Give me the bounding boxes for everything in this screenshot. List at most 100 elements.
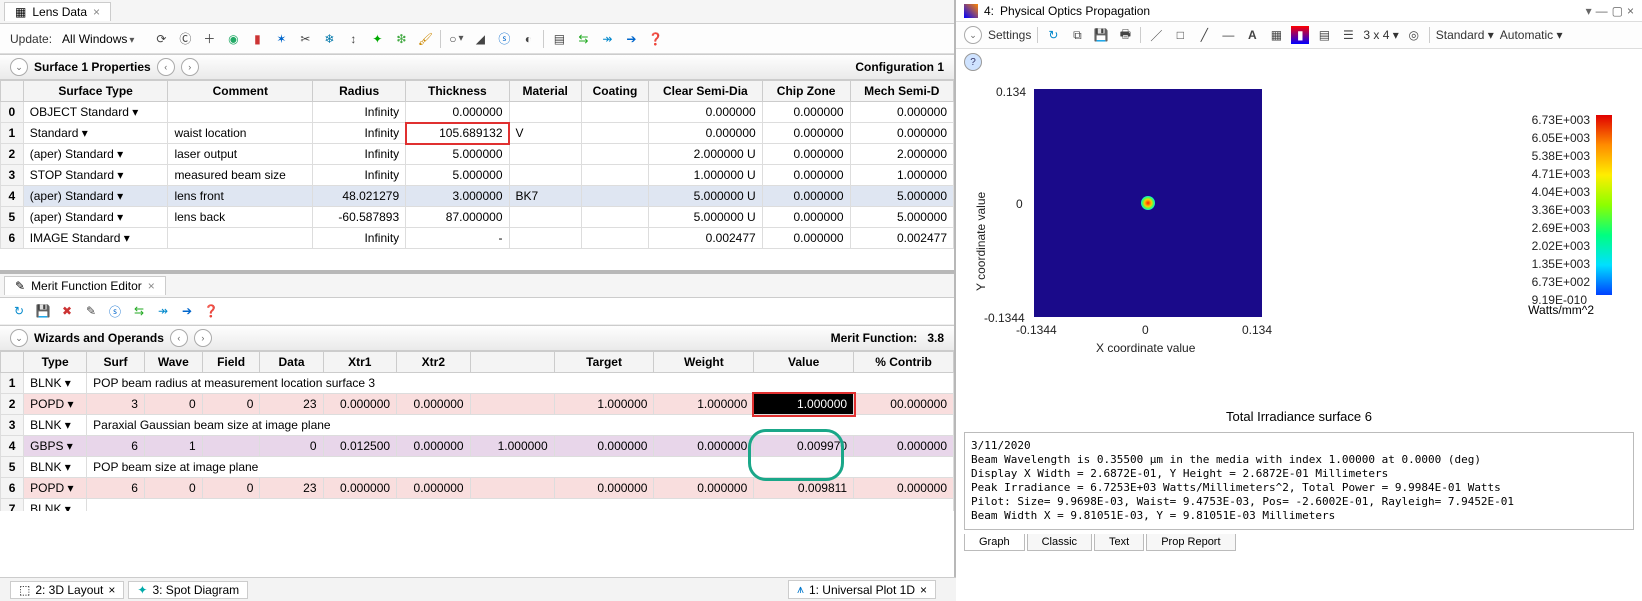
maximize-icon[interactable]: ▢ xyxy=(1612,4,1623,18)
next-button[interactable]: › xyxy=(194,329,212,347)
goto-icon[interactable]: ➔ xyxy=(622,30,640,48)
next-surf-button[interactable]: › xyxy=(181,58,199,76)
circle-dropdown[interactable]: ○ xyxy=(447,30,465,48)
tab-prop-report[interactable]: Prop Report xyxy=(1146,534,1235,551)
col-header[interactable]: Data xyxy=(260,352,323,373)
col-header[interactable] xyxy=(1,81,24,102)
table-row[interactable]: 2POPD ▾300230.0000000.0000001.0000001.00… xyxy=(1,394,954,415)
trash-icon[interactable]: ✖ xyxy=(58,302,76,320)
standard-dropdown[interactable]: Standard ▾ xyxy=(1436,28,1494,42)
dash-icon[interactable]: — xyxy=(1219,26,1237,44)
help-icon[interactable]: ❓ xyxy=(646,30,664,48)
refresh-icon[interactable]: ↻ xyxy=(1044,26,1062,44)
tilt-icon[interactable]: ✦ xyxy=(368,30,386,48)
rect-icon[interactable]: □ xyxy=(1171,26,1189,44)
solve-icon[interactable]: ⓢ xyxy=(106,302,124,320)
fold-icon[interactable]: ↕ xyxy=(344,30,362,48)
lens-grid[interactable]: Surface TypeCommentRadiusThicknessMateri… xyxy=(0,80,954,249)
expand-icon[interactable]: ⌄ xyxy=(10,329,28,347)
minimize-icon[interactable]: — xyxy=(1596,4,1608,18)
prev-surf-button[interactable]: ‹ xyxy=(157,58,175,76)
col-header[interactable] xyxy=(1,352,24,373)
material-icon[interactable]: ◢ xyxy=(471,30,489,48)
col-header[interactable]: Clear Semi-Dia xyxy=(649,81,763,102)
goto-icon[interactable]: ➔ xyxy=(178,302,196,320)
colormap-icon[interactable]: ▮ xyxy=(1291,26,1309,44)
close-icon[interactable]: × xyxy=(920,583,927,597)
col-header[interactable]: Chip Zone xyxy=(762,81,850,102)
col-header[interactable]: Material xyxy=(509,81,581,102)
table-row[interactable]: 1BLNK ▾POP beam radius at measurement lo… xyxy=(1,373,954,394)
col-header[interactable]: Surface Type xyxy=(23,81,168,102)
grid-icon[interactable]: ▦ xyxy=(1267,26,1285,44)
col-header[interactable]: Surf xyxy=(87,352,145,373)
globe-icon[interactable]: ◉ xyxy=(224,30,242,48)
cut-icon[interactable]: ✂ xyxy=(296,30,314,48)
col-header[interactable]: Weight xyxy=(654,352,754,373)
expand-icon[interactable]: ⌄ xyxy=(10,58,28,76)
close-icon[interactable]: × xyxy=(108,583,115,597)
print-icon[interactable]: 🖶 xyxy=(1116,26,1134,44)
table-row[interactable]: 1Standard ▾waist locationInfinity105.689… xyxy=(1,123,954,144)
target-icon[interactable]: ◎ xyxy=(1405,26,1423,44)
layers-icon[interactable]: ☰ xyxy=(1339,26,1357,44)
tab-classic[interactable]: Classic xyxy=(1027,534,1092,551)
col-header[interactable]: Radius xyxy=(313,81,406,102)
swap-icon[interactable]: ⇆ xyxy=(574,30,592,48)
col-header[interactable]: Type xyxy=(24,352,87,373)
tab-universal-plot[interactable]: ⩚1: Universal Plot 1D× xyxy=(788,580,936,599)
coat-icon[interactable]: ❇ xyxy=(392,30,410,48)
settings-label[interactable]: Settings xyxy=(988,28,1031,42)
wand-icon[interactable]: ✎ xyxy=(82,302,100,320)
tool-icon[interactable]: ▮ xyxy=(248,30,266,48)
col-header[interactable]: Xtr1 xyxy=(323,352,397,373)
grid-size[interactable]: 3 x 4 ▾ xyxy=(1363,28,1398,42)
col-header[interactable]: Thickness xyxy=(406,81,509,102)
refresh-icon[interactable]: ⟳ xyxy=(152,30,170,48)
save-icon[interactable]: 💾 xyxy=(1092,26,1110,44)
col-header[interactable]: Target xyxy=(554,352,654,373)
table-row[interactable]: 7BLNK ▾ xyxy=(1,499,954,512)
col-header[interactable]: Mech Semi-D xyxy=(850,81,953,102)
plus-icon[interactable]: ＋ xyxy=(200,30,218,48)
prev-button[interactable]: ‹ xyxy=(170,329,188,347)
expand-icon[interactable]: ⌄ xyxy=(964,26,982,44)
dock-icon[interactable]: ▾ xyxy=(1586,4,1592,18)
tab-graph[interactable]: Graph xyxy=(964,534,1025,551)
tab-3d-layout[interactable]: ⬚2: 3D Layout× xyxy=(10,581,124,599)
close-icon[interactable]: × xyxy=(93,5,100,19)
tab-text[interactable]: Text xyxy=(1094,534,1144,551)
col-header[interactable] xyxy=(470,352,554,373)
table-row[interactable]: 4(aper) Standard ▾lens front48.0212793.0… xyxy=(1,186,954,207)
draw-icon[interactable]: ／ xyxy=(1147,26,1165,44)
axes-icon[interactable]: ▤ xyxy=(1315,26,1333,44)
table-row[interactable]: 0OBJECT Standard ▾Infinity0.0000000.0000… xyxy=(1,102,954,123)
line-icon[interactable]: ╱ xyxy=(1195,26,1213,44)
table-row[interactable]: 6IMAGE Standard ▾Infinity-0.0024770.0000… xyxy=(1,228,954,249)
aperture-icon[interactable]: ❄ xyxy=(320,30,338,48)
col-header[interactable]: % Contrib xyxy=(854,352,954,373)
automatic-dropdown[interactable]: Automatic ▾ xyxy=(1500,28,1563,42)
col-header[interactable]: Field xyxy=(202,352,260,373)
refresh-icon[interactable]: ↻ xyxy=(10,302,28,320)
text-icon[interactable]: A xyxy=(1243,26,1261,44)
col-header[interactable]: Xtr2 xyxy=(397,352,471,373)
swap-icon[interactable]: ⇆ xyxy=(130,302,148,320)
col-header[interactable]: Comment xyxy=(168,81,313,102)
tab-spot-diagram[interactable]: ✦3: Spot Diagram xyxy=(128,581,248,599)
solve-icon[interactable]: ⓢ xyxy=(495,30,513,48)
paint-icon[interactable]: 🖌 xyxy=(416,30,434,48)
table-row[interactable]: 5(aper) Standard ▾lens back-60.58789387.… xyxy=(1,207,954,228)
step-icon[interactable]: ↠ xyxy=(598,30,616,48)
copy-icon[interactable]: ⧉ xyxy=(1068,26,1086,44)
tab-merit[interactable]: ✎ Merit Function Editor × xyxy=(4,276,166,295)
help-icon[interactable]: ❓ xyxy=(202,302,220,320)
pop-plot[interactable]: 0.134 0 -0.1344 Y coordinate value -0.13… xyxy=(956,75,1642,405)
table-row[interactable]: 2(aper) Standard ▾laser outputInfinity5.… xyxy=(1,144,954,165)
save-icon[interactable]: 💾 xyxy=(34,302,52,320)
toggle-icon[interactable]: ◐ xyxy=(519,30,537,48)
update-dropdown[interactable]: All Windows xyxy=(62,32,134,46)
col-header[interactable]: Coating xyxy=(581,81,648,102)
close-icon[interactable]: × xyxy=(148,279,155,293)
col-header[interactable]: Value xyxy=(754,352,854,373)
